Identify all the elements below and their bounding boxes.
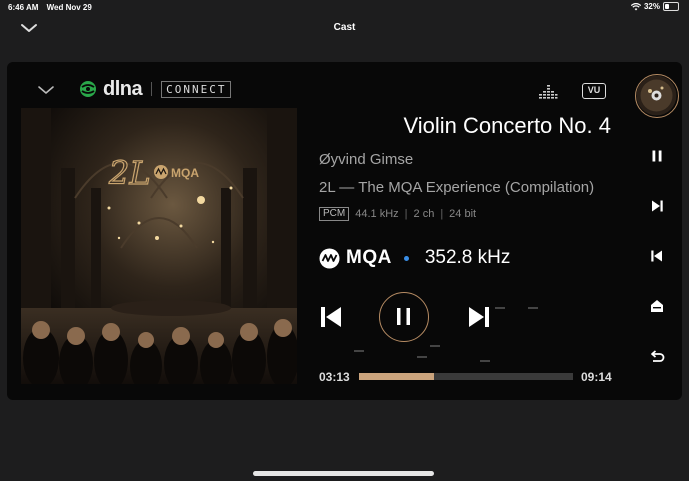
- wifi-icon: [630, 2, 641, 10]
- status-bar-left: 6:46 AM Wed Nov 29: [8, 3, 98, 12]
- side-pause-icon[interactable]: [648, 147, 666, 165]
- mqa-indicator: MQA 352.8 kHz: [319, 247, 510, 269]
- mqa-sample-rate: 352.8 kHz: [424, 247, 511, 268]
- status-bar-right: 32%: [630, 2, 679, 11]
- format-separator: |: [404, 208, 408, 220]
- vu-dash: [430, 345, 440, 347]
- vu-dash: [480, 360, 490, 362]
- side-previous-icon[interactable]: [648, 247, 666, 265]
- logo-divider: [151, 82, 153, 96]
- dlna-brand: dlna: [103, 78, 143, 100]
- album-art: 2L MQA: [21, 108, 297, 384]
- mqa-status-dot: [403, 255, 409, 261]
- progress-bar[interactable]: [359, 373, 573, 380]
- dlna-logo-icon: [80, 81, 96, 97]
- status-time: 6:46 AM: [8, 3, 39, 12]
- format-info: PCM 44.1 kHz | 2 ch | 24 bit: [319, 207, 476, 221]
- disc-icon: [636, 75, 677, 116]
- connect-badge: CONNECT: [161, 80, 232, 98]
- channels: 2 ch: [413, 208, 435, 220]
- vu-dash: [354, 350, 364, 352]
- mqa-logo-icon: [319, 248, 340, 268]
- track-title: Violin Concerto No. 4: [403, 113, 612, 138]
- vu-dash: [528, 307, 538, 309]
- status-date: Wed Nov 29: [46, 3, 92, 12]
- previous-track-icon[interactable]: [319, 305, 343, 329]
- track-artist: Øyvind Gimse: [319, 151, 414, 168]
- vu-dash: [495, 307, 505, 309]
- return-icon[interactable]: [648, 348, 666, 366]
- battery-icon: [663, 2, 679, 11]
- album-art-image: 2L MQA: [21, 108, 297, 384]
- format-separator: |: [440, 208, 444, 220]
- home-icon[interactable]: [648, 297, 666, 315]
- total-time: 09:14: [581, 370, 612, 384]
- page-title: Cast: [333, 22, 356, 33]
- mqa-label: MQA: [346, 247, 392, 268]
- next-track-icon[interactable]: [467, 305, 491, 329]
- sample-rate: 44.1 kHz: [355, 208, 399, 220]
- collapse-player-icon[interactable]: [37, 84, 55, 96]
- play-pause-button[interactable]: [379, 292, 429, 342]
- track-album: 2L — The MQA Experience (Compilation): [319, 179, 595, 196]
- art-mqa-text: MQA: [171, 166, 199, 180]
- codec-badge: PCM: [319, 207, 350, 221]
- equalizer-icon[interactable]: [538, 82, 558, 100]
- art-2l-text: 2L: [108, 154, 151, 192]
- progress-fill: [359, 373, 434, 380]
- bit-depth: 24 bit: [449, 208, 477, 220]
- vu-dash: [417, 356, 427, 358]
- side-next-icon[interactable]: [648, 197, 666, 215]
- battery-percent: 32%: [643, 2, 660, 11]
- vu-meter-button[interactable]: VU: [582, 83, 606, 99]
- elapsed-time: 03:13: [319, 370, 350, 384]
- home-indicator[interactable]: [253, 471, 434, 476]
- now-playing-disc[interactable]: [635, 74, 679, 118]
- dlna-connect-logo: dlna CONNECT: [79, 78, 232, 100]
- pause-icon: [397, 308, 410, 325]
